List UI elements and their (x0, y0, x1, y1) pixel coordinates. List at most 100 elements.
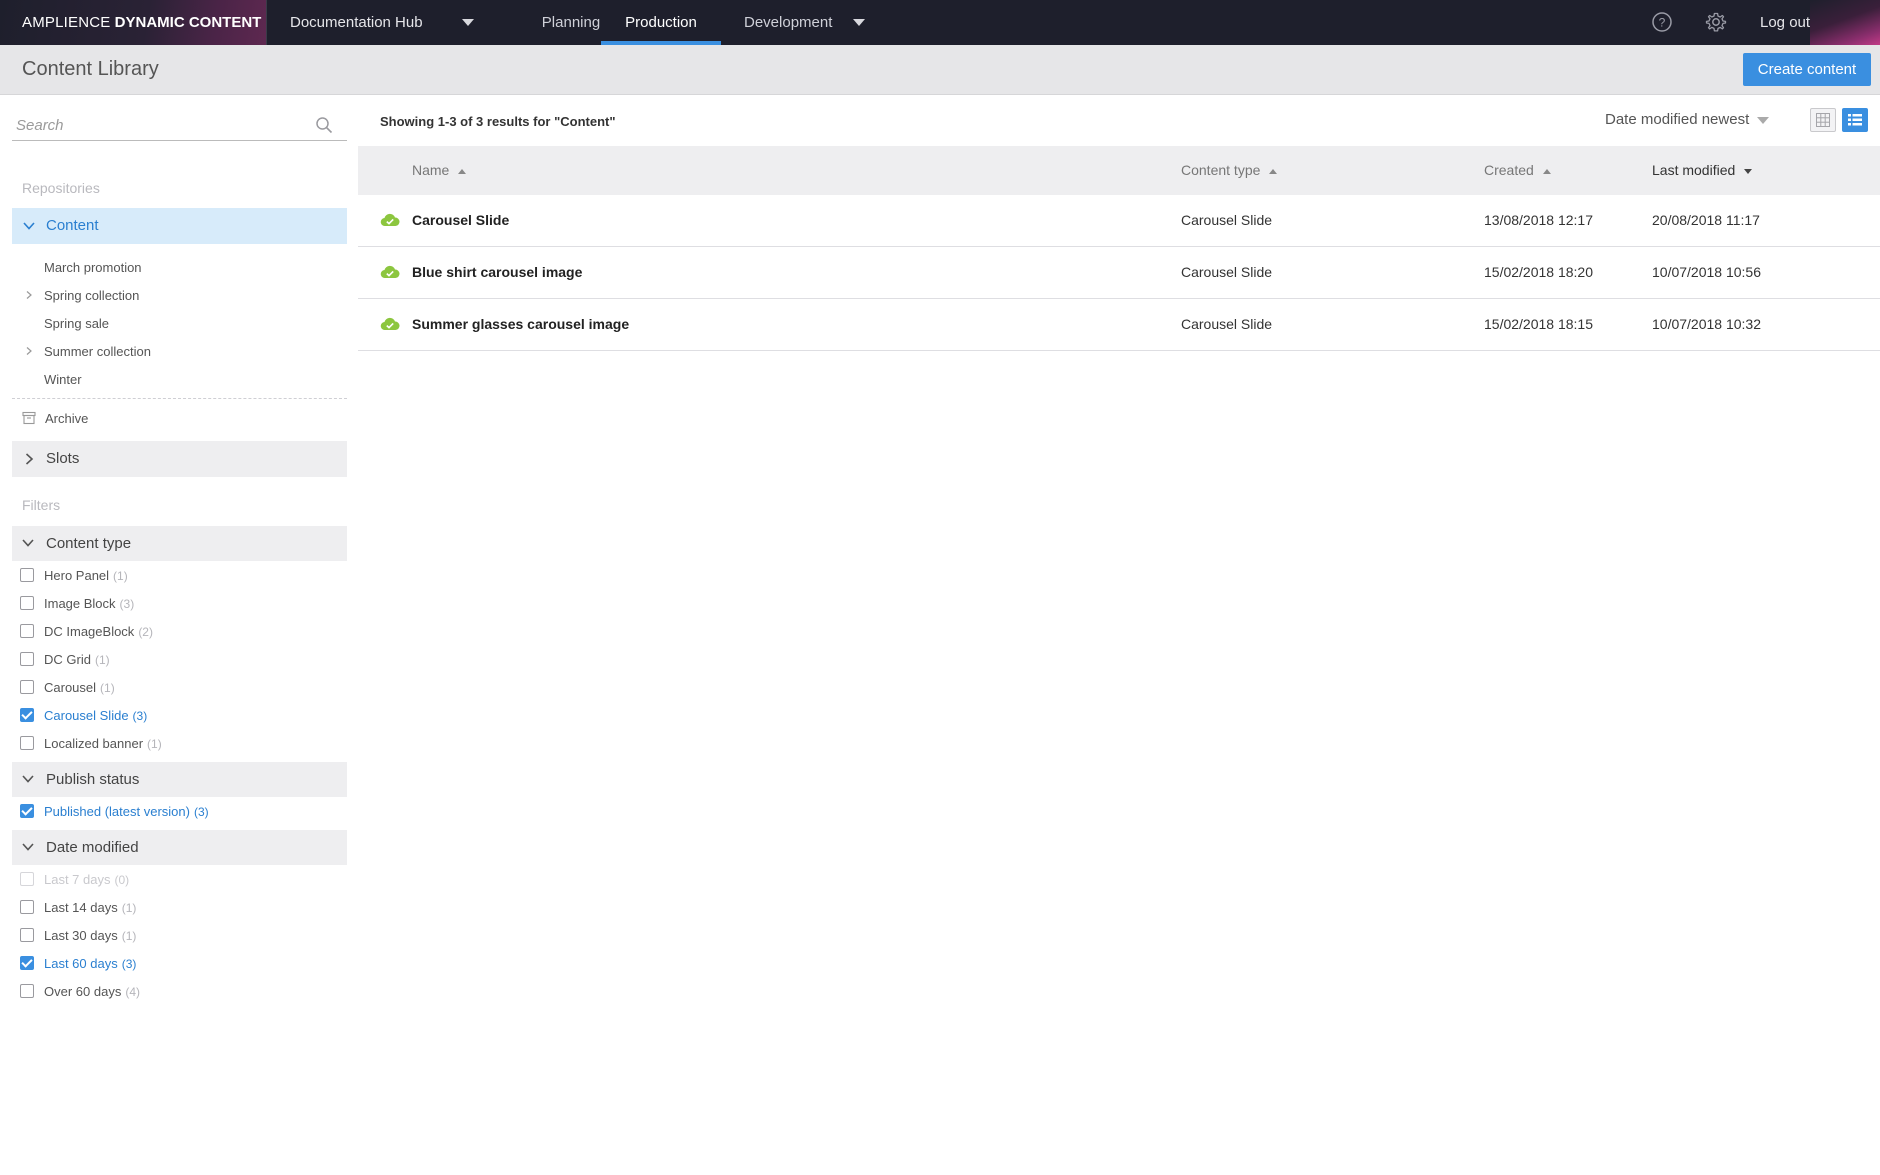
content-item-created: 13/08/2018 12:17 (1484, 212, 1593, 228)
filter-content-type-header[interactable]: Content type (12, 526, 347, 561)
sort-label: Date modified newest (1605, 111, 1750, 128)
column-label: Name (412, 162, 450, 178)
chevron-down-icon[interactable] (21, 772, 35, 786)
sort-dropdown[interactable]: Date modified newest (1605, 111, 1770, 128)
filter-option-count: (1) (147, 737, 162, 751)
filters-label: Filters (22, 497, 61, 513)
table-row[interactable]: Summer glasses carousel image Carousel S… (358, 299, 1880, 351)
logout-link[interactable]: Log out (1760, 0, 1810, 45)
brand-name-bold: DYNAMIC CONTENT (114, 14, 262, 31)
content-item-modified: 10/07/2018 10:32 (1652, 316, 1761, 332)
tab-development-label: Development (744, 14, 833, 31)
content-item-created: 15/02/2018 18:15 (1484, 316, 1593, 332)
development-dropdown-icon (853, 19, 865, 26)
help-icon[interactable]: ? (1651, 11, 1673, 33)
slots-label: Slots (46, 450, 80, 467)
filter-option-label: DC ImageBlock (44, 624, 135, 639)
page-title: Content Library (22, 58, 159, 80)
chevron-right-icon[interactable] (24, 290, 34, 300)
repository-content[interactable]: Content (12, 208, 347, 244)
checkbox[interactable] (20, 928, 34, 942)
checkbox-checked[interactable] (20, 956, 34, 970)
filter-option-label: Last 14 days (44, 900, 118, 915)
search-input[interactable] (16, 113, 296, 137)
checkbox[interactable] (20, 596, 34, 610)
checkbox[interactable] (20, 652, 34, 666)
search-icon[interactable] (315, 116, 333, 134)
content-item-name[interactable]: Carousel Slide (412, 212, 509, 228)
checkbox-checked[interactable] (20, 708, 34, 722)
content-list-panel: Showing 1-3 of 3 results for "Content" D… (358, 96, 1880, 1175)
create-content-button[interactable]: Create content (1743, 53, 1871, 86)
filter-option-label: Over 60 days (44, 984, 122, 999)
filter-option-count: (2) (138, 625, 153, 639)
checkbox[interactable] (20, 984, 34, 998)
checkbox[interactable] (20, 624, 34, 638)
column-label: Last modified (1652, 162, 1736, 178)
filter-option-count: (0) (114, 873, 130, 887)
folder-spring-sale[interactable]: Spring sale (44, 316, 109, 331)
chevron-right-icon[interactable] (22, 452, 36, 466)
repository-content-label: Content (46, 217, 99, 234)
checkbox-checked[interactable] (20, 804, 34, 818)
filter-option-count: (4) (125, 985, 140, 999)
filter-option-count: (3) (132, 709, 148, 723)
slots-section[interactable]: Slots (12, 441, 347, 477)
chevron-down-icon[interactable] (22, 219, 36, 233)
page-header: Content Library Create content (0, 45, 1880, 95)
filter-option-label: Image Block (44, 596, 116, 611)
checkbox[interactable] (20, 736, 34, 750)
filter-option-count: (1) (100, 681, 115, 695)
chevron-down-icon[interactable] (21, 536, 35, 550)
filter-date-modified-header[interactable]: Date modified (12, 830, 347, 865)
table-row[interactable]: Blue shirt carousel image Carousel Slide… (358, 247, 1880, 299)
column-header-name[interactable]: Name (412, 162, 467, 178)
hub-name: Documentation Hub (290, 14, 423, 31)
column-header-last-modified[interactable]: Last modified (1652, 162, 1753, 178)
hub-selector[interactable]: Documentation Hub (268, 0, 490, 45)
column-header-content-type[interactable]: Content type (1181, 162, 1278, 178)
filter-option-label: Published (latest version) (44, 804, 190, 819)
grid-view-button[interactable] (1810, 108, 1836, 132)
published-cloud-icon (380, 265, 400, 279)
checkbox[interactable] (20, 680, 34, 694)
list-view-button[interactable] (1842, 108, 1868, 132)
folder-winter[interactable]: Winter (44, 372, 82, 387)
filter-option-label: Last 7 days (44, 872, 111, 887)
sort-ascending-icon (1542, 168, 1551, 174)
filter-publish-status-header[interactable]: Publish status (12, 762, 347, 797)
checkbox[interactable] (20, 900, 34, 914)
checkbox[interactable] (20, 568, 34, 582)
filter-option-count: (1) (121, 929, 137, 943)
archive-box-icon (22, 411, 36, 425)
hub-dropdown-icon (462, 19, 474, 26)
chevron-down-icon[interactable] (21, 840, 35, 854)
divider (12, 398, 347, 399)
tab-production[interactable]: Production (601, 0, 721, 45)
sidebar: Repositories Content March promotion Spr… (0, 96, 357, 1175)
table-row[interactable]: Carousel Slide Carousel Slide 13/08/2018… (358, 195, 1880, 247)
repositories-label: Repositories (22, 180, 100, 196)
filter-option-count: (3) (119, 597, 135, 611)
folder-march-promotion[interactable]: March promotion (44, 260, 142, 275)
filter-option-label: Last 60 days (44, 956, 118, 971)
column-header-created[interactable]: Created (1484, 162, 1551, 178)
chevron-right-icon[interactable] (24, 346, 34, 356)
filter-option-count: (1) (113, 569, 128, 583)
checkbox-disabled (20, 872, 34, 886)
settings-gear-icon[interactable] (1705, 11, 1727, 33)
grid-view-icon (1816, 113, 1830, 127)
brand-logo[interactable]: AMPLIENCE DYNAMIC CONTENT (0, 0, 267, 45)
filter-option-count: (1) (121, 901, 137, 915)
folder-spring-collection[interactable]: Spring collection (44, 288, 139, 303)
sort-descending-icon (1744, 168, 1753, 174)
sort-dropdown-icon (1757, 116, 1770, 124)
folder-summer-collection[interactable]: Summer collection (44, 344, 151, 359)
published-cloud-icon (380, 213, 400, 227)
published-cloud-icon (380, 317, 400, 331)
archive-label: Archive (45, 411, 89, 426)
content-item-name[interactable]: Summer glasses carousel image (412, 316, 629, 332)
tab-development[interactable]: Development (744, 0, 865, 45)
content-item-type: Carousel Slide (1181, 212, 1273, 228)
content-item-name[interactable]: Blue shirt carousel image (412, 264, 582, 280)
